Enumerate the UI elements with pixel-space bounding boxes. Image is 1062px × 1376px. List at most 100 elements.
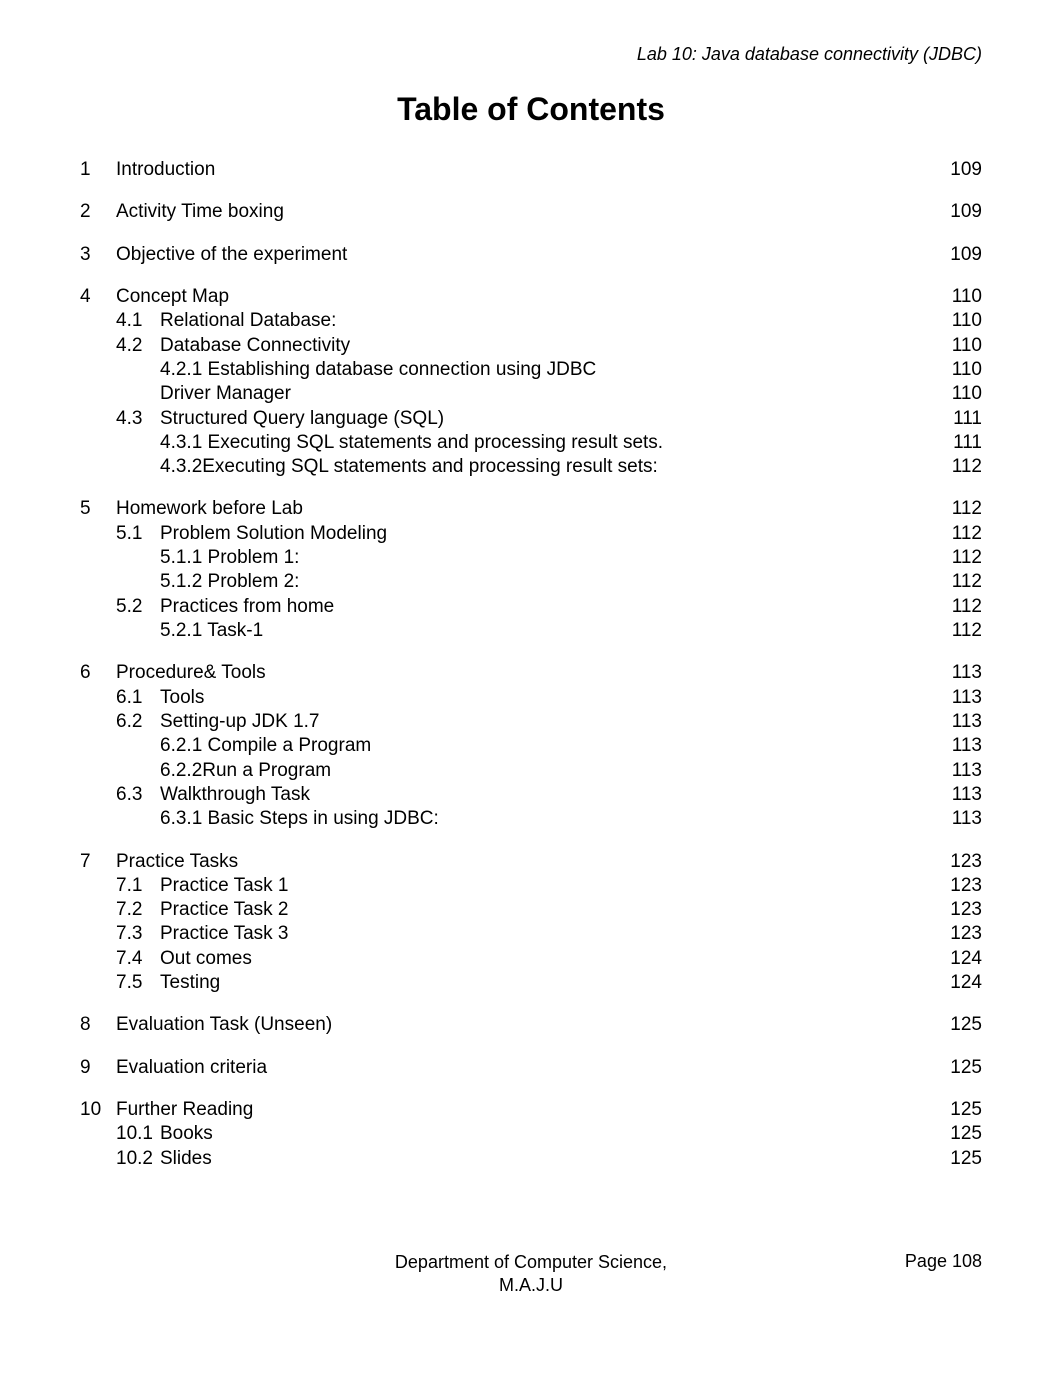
toc-page: 110 — [932, 334, 982, 358]
running-header: Lab 10: Java database connectivity (JDBC… — [80, 44, 982, 65]
toc-subsubtitle: 6.2.2Run a Program — [160, 759, 932, 783]
toc-row[interactable]: 7.3Practice Task 3123 — [80, 922, 982, 946]
toc-title: Homework before Lab — [116, 497, 932, 521]
toc-row[interactable]: 4.2Database Connectivity110 — [80, 334, 982, 358]
toc-page: 112 — [932, 570, 982, 594]
toc-row[interactable]: 1Introduction109 — [80, 158, 982, 182]
toc-row[interactable]: 4.2.1 Establishing database connection u… — [80, 358, 982, 382]
toc-subtitle: Out comes — [160, 947, 932, 971]
toc-row[interactable]: 9Evaluation criteria125 — [80, 1056, 982, 1080]
toc-subtitle: Setting-up JDK 1.7 — [160, 710, 932, 734]
toc-page: 113 — [932, 759, 982, 783]
toc-row[interactable]: 4.3.2Executing SQL statements and proces… — [80, 455, 982, 479]
toc-row[interactable]: 5.1.2 Problem 2:112 — [80, 570, 982, 594]
toc-num: 2 — [80, 200, 116, 224]
toc-subsubtitle: 6.3.1 Basic Steps in using JDBC: — [160, 807, 932, 831]
toc-subtitle: Practices from home — [160, 595, 932, 619]
toc-page: 124 — [932, 971, 982, 995]
toc-row[interactable]: 7.5Testing124 — [80, 971, 982, 995]
toc-page: 123 — [932, 922, 982, 946]
toc-subsubtitle: 5.1.2 Problem 2: — [160, 570, 932, 594]
toc-row[interactable]: Driver Manager110 — [80, 382, 982, 406]
toc-num: 5 — [80, 497, 116, 521]
toc-page: 112 — [932, 522, 982, 546]
toc-subnum: 7.2 — [116, 898, 160, 922]
toc-subnum: 7.1 — [116, 874, 160, 898]
toc-title: Evaluation criteria — [116, 1056, 932, 1080]
toc-num: 9 — [80, 1056, 116, 1080]
toc-num: 10 — [80, 1098, 116, 1122]
toc-subtitle: Books — [160, 1122, 932, 1146]
toc-subnum: 7.5 — [116, 971, 160, 995]
toc-row[interactable]: 4Concept Map110 — [80, 285, 982, 309]
toc-subtitle: Structured Query language (SQL) — [160, 407, 932, 431]
toc-row[interactable]: 7.4Out comes124 — [80, 947, 982, 971]
toc-row[interactable]: 6.1Tools113 — [80, 686, 982, 710]
toc-page: 109 — [932, 158, 982, 182]
toc-title: Activity Time boxing — [116, 200, 932, 224]
toc-row[interactable]: 5.1.1 Problem 1:112 — [80, 546, 982, 570]
page-title: Table of Contents — [80, 91, 982, 128]
toc-page: 110 — [932, 358, 982, 382]
footer-dept-line1: Department of Computer Science, — [0, 1251, 1062, 1274]
toc-title: Evaluation Task (Unseen) — [116, 1013, 932, 1037]
toc-row[interactable]: 10.1Books125 — [80, 1122, 982, 1146]
toc-row[interactable]: 6.3Walkthrough Task113 — [80, 783, 982, 807]
toc-page: 110 — [932, 285, 982, 309]
toc-page: 123 — [932, 898, 982, 922]
toc-row[interactable]: 5Homework before Lab112 — [80, 497, 982, 521]
toc-row[interactable]: 6.2.2Run a Program113 — [80, 759, 982, 783]
toc-num: 1 — [80, 158, 116, 182]
toc-row[interactable]: 5.2.1 Task-1112 — [80, 619, 982, 643]
toc-row[interactable]: 6.2.1 Compile a Program113 — [80, 734, 982, 758]
toc-row[interactable]: 7Practice Tasks123 — [80, 850, 982, 874]
toc-subtitle: Practice Task 2 — [160, 898, 932, 922]
toc-row[interactable]: 5.2Practices from home112 — [80, 595, 982, 619]
toc-subtitle: Database Connectivity — [160, 334, 932, 358]
toc-row[interactable]: 6.2Setting-up JDK 1.7113 — [80, 710, 982, 734]
toc-subnum: 7.4 — [116, 947, 160, 971]
toc-page: 112 — [932, 619, 982, 643]
toc-subnum: 4.2 — [116, 334, 160, 358]
toc-row[interactable]: 6.3.1 Basic Steps in using JDBC:113 — [80, 807, 982, 831]
toc-subnum: 6.3 — [116, 783, 160, 807]
toc-subnum: 10.2 — [116, 1147, 160, 1171]
toc-row[interactable]: 3Objective of the experiment109 — [80, 243, 982, 267]
toc-page: 113 — [932, 807, 982, 831]
toc-page: 109 — [932, 200, 982, 224]
toc-subnum: 5.1 — [116, 522, 160, 546]
toc-subtitle: Walkthrough Task — [160, 783, 932, 807]
toc-page: 125 — [932, 1122, 982, 1146]
toc-row[interactable]: 6Procedure& Tools113 — [80, 661, 982, 685]
toc-subtitle: Slides — [160, 1147, 932, 1171]
toc-page: 110 — [932, 382, 982, 406]
toc-row[interactable]: 4.3.1 Executing SQL statements and proce… — [80, 431, 982, 455]
toc-title: Concept Map — [116, 285, 932, 309]
toc-num: 8 — [80, 1013, 116, 1037]
toc-row[interactable]: 7.2Practice Task 2123 — [80, 898, 982, 922]
toc-page: 113 — [932, 661, 982, 685]
toc-row[interactable]: 2Activity Time boxing109 — [80, 200, 982, 224]
toc-page: 113 — [932, 783, 982, 807]
toc-row[interactable]: 10.2Slides125 — [80, 1147, 982, 1171]
toc-row[interactable]: 5.1Problem Solution Modeling112 — [80, 522, 982, 546]
toc-subsubtitle: 6.2.1 Compile a Program — [160, 734, 932, 758]
toc-title: Further Reading — [116, 1098, 932, 1122]
toc-row[interactable]: 7.1Practice Task 1123 — [80, 874, 982, 898]
toc-page: 111 — [932, 431, 982, 455]
toc-page: 113 — [932, 734, 982, 758]
toc-row[interactable]: 10Further Reading125 — [80, 1098, 982, 1122]
toc-subnum: 6.1 — [116, 686, 160, 710]
toc-title: Introduction — [116, 158, 932, 182]
toc-page: 125 — [932, 1098, 982, 1122]
toc-title: Objective of the experiment — [116, 243, 932, 267]
toc-row[interactable]: 4.1Relational Database:110 — [80, 309, 982, 333]
toc-subnum: 7.3 — [116, 922, 160, 946]
toc-page: 113 — [932, 686, 982, 710]
toc-subnum: 4.3 — [116, 407, 160, 431]
toc-subsubtitle: 4.3.2Executing SQL statements and proces… — [160, 455, 932, 479]
toc-subtitle: Practice Task 1 — [160, 874, 932, 898]
footer-dept-line2: M.A.J.U — [0, 1274, 1062, 1297]
toc-row[interactable]: 8Evaluation Task (Unseen)125 — [80, 1013, 982, 1037]
toc-row[interactable]: 4.3Structured Query language (SQL)111 — [80, 407, 982, 431]
